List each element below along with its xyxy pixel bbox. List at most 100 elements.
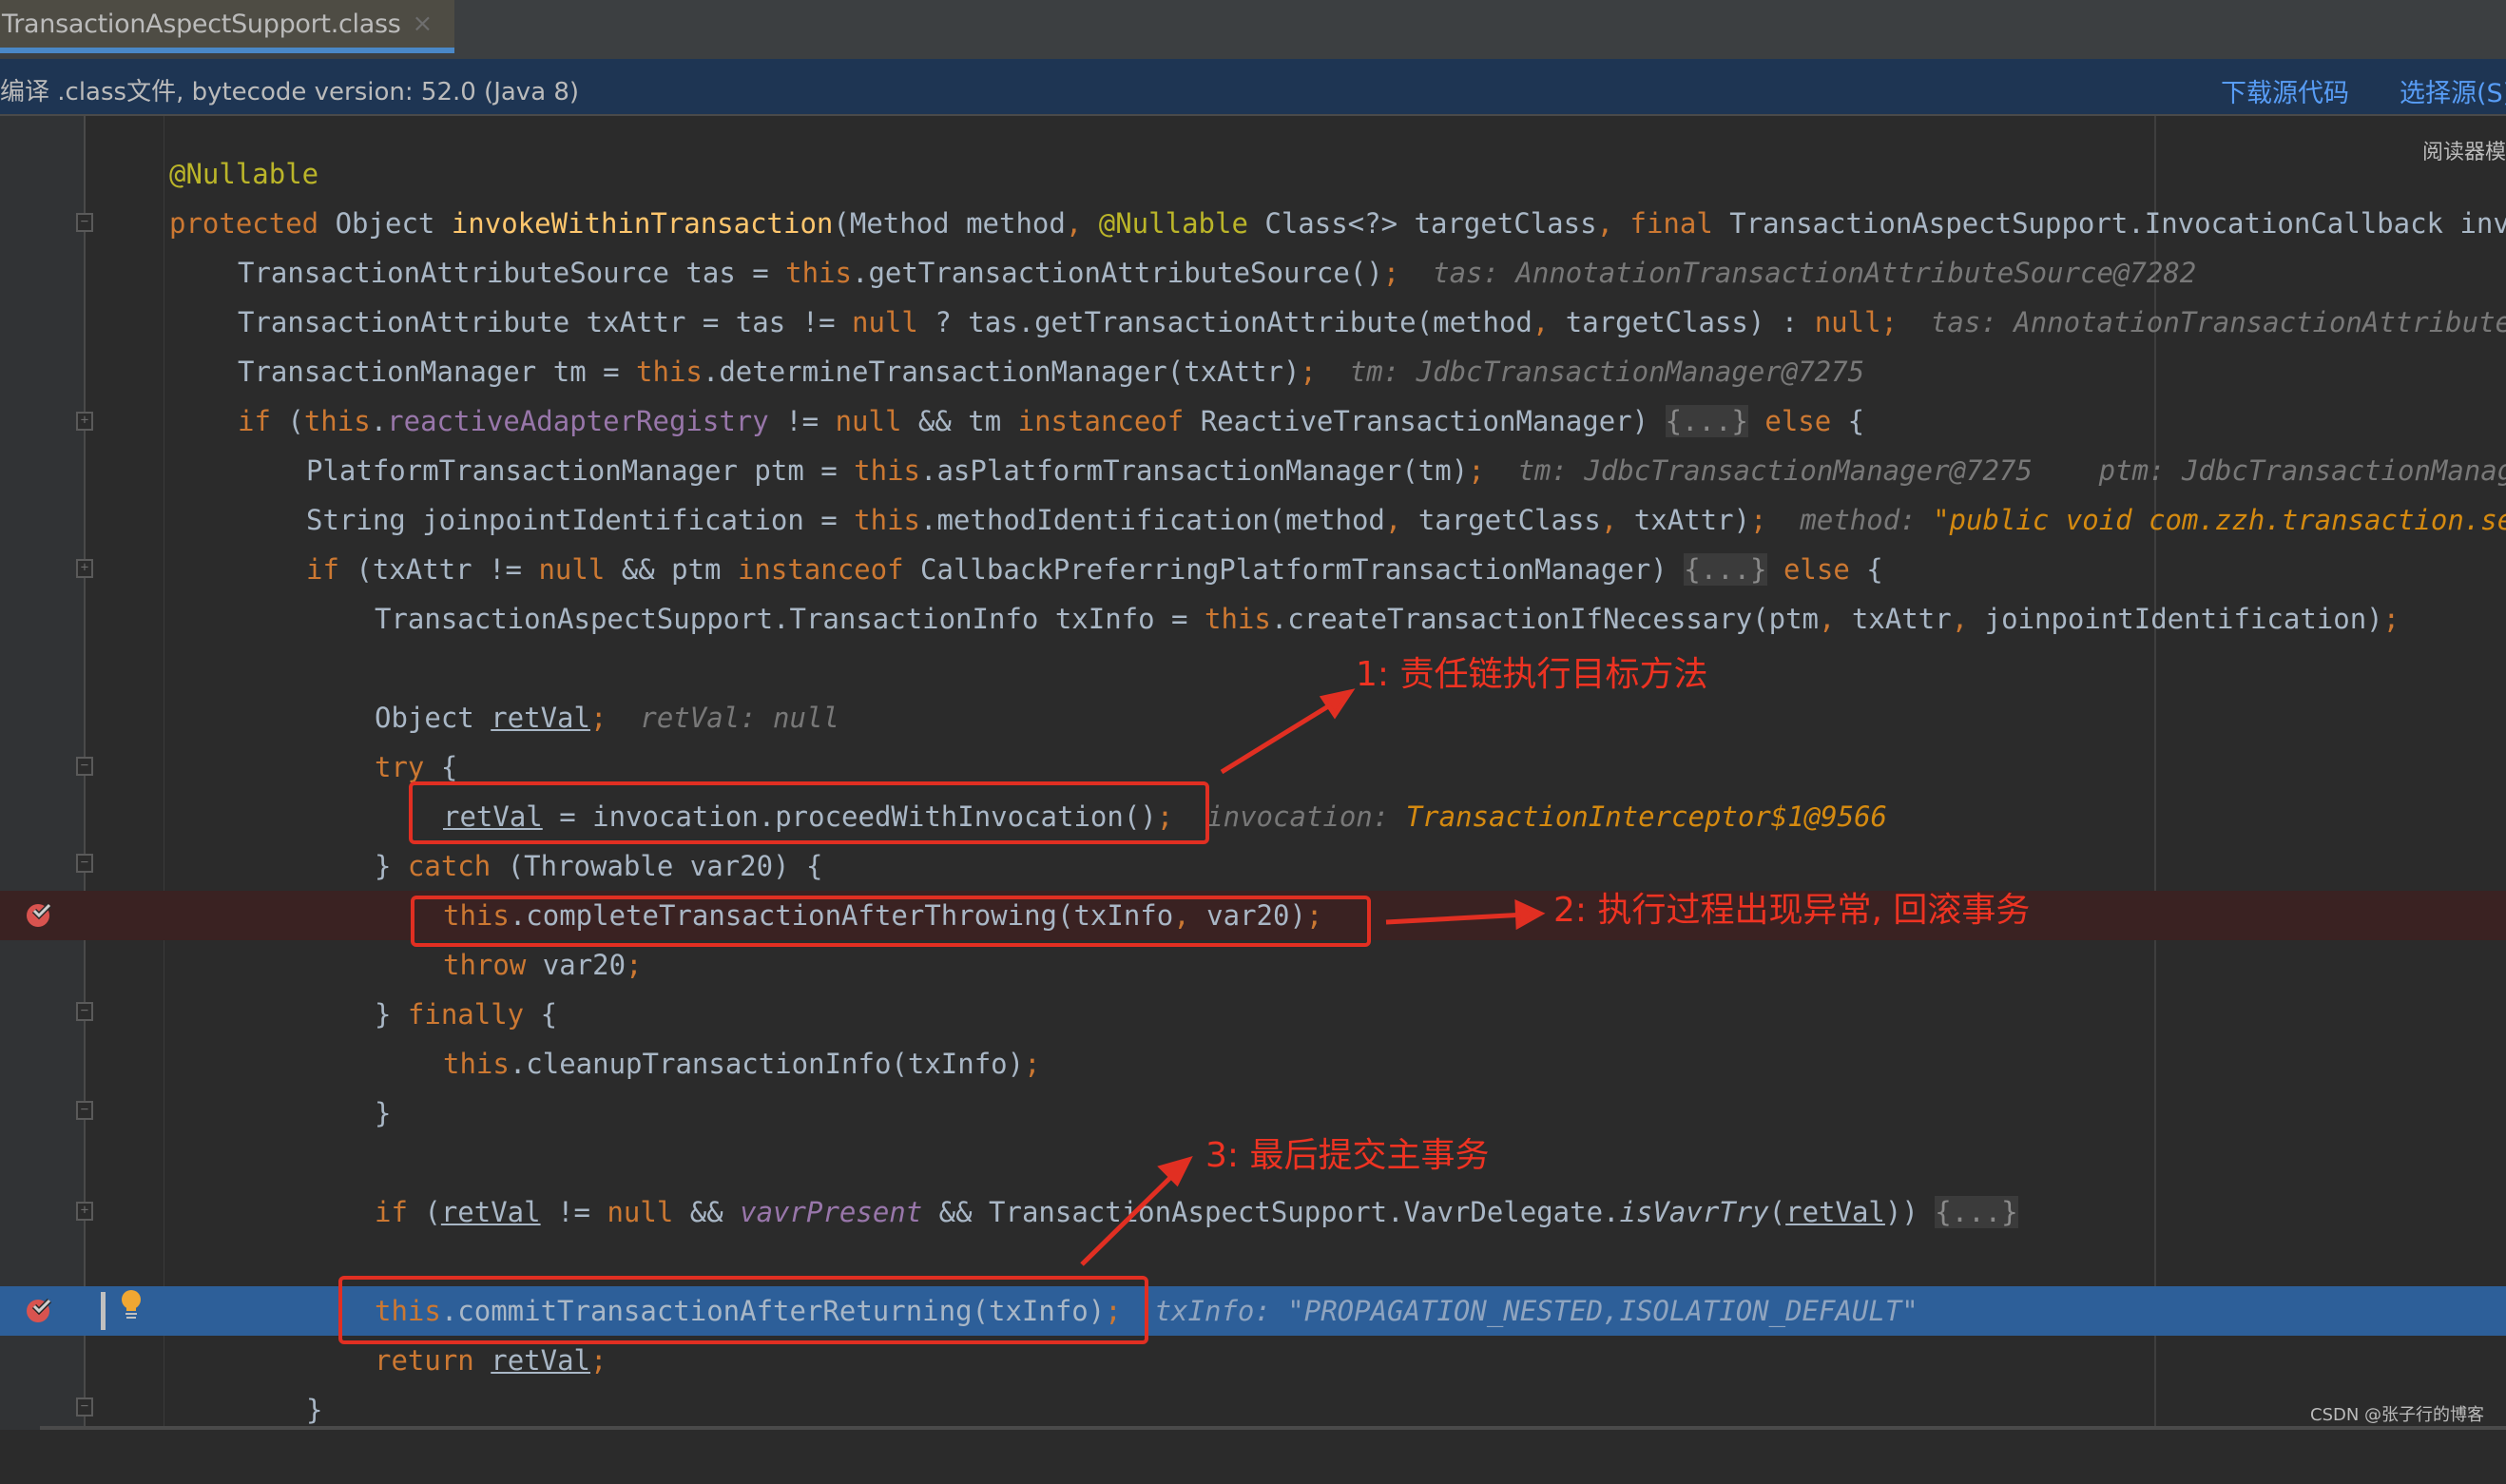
code-line[interactable]: Object retVal; retVal: null xyxy=(0,693,2506,742)
annotation-note-3: 3: 最后提交主事务 xyxy=(1205,1136,1490,1175)
inline-debug-value[interactable]: tas: AnnotationTransactionAttributeSourc… xyxy=(1433,257,2196,289)
comma: , xyxy=(1600,504,1634,536)
code-line[interactable]: TransactionManager tm = this.determineTr… xyxy=(0,347,2506,396)
keyword: this xyxy=(443,1048,510,1080)
semicolon: ; xyxy=(589,702,607,734)
code-text: ( xyxy=(1768,1196,1786,1228)
code-text: targetClass xyxy=(1417,504,1601,536)
inline-debug-value[interactable]: tm: JdbcTransactionManager@7275 xyxy=(1518,454,2033,487)
keyword: if xyxy=(375,1196,408,1228)
inline-debug-value[interactable]: ptm: JdbcTransactionManager@7275 xyxy=(2099,454,2506,487)
code-text: } xyxy=(375,850,408,882)
folded-code-block[interactable]: {...} xyxy=(1684,553,1767,586)
comma: , xyxy=(1819,603,1852,635)
code-text: } xyxy=(306,1394,323,1426)
keyword: catch xyxy=(407,850,492,882)
code-line[interactable]: @Nullable xyxy=(0,149,2506,199)
semicolon: ; xyxy=(1468,454,1485,487)
inline-debug-value[interactable]: txInfo: "PROPAGATION_NESTED,ISOLATION_DE… xyxy=(1155,1295,1918,1327)
semicolon: ; xyxy=(1750,504,1767,536)
inline-debug-value[interactable]: retVal: null xyxy=(640,702,839,734)
code-line[interactable]: if (this.reactiveAdapterRegistry != null… xyxy=(0,396,2506,446)
code-line[interactable]: TransactionAttribute txAttr = tas != nul… xyxy=(0,298,2506,347)
keyword: this xyxy=(636,356,703,388)
code-text: } xyxy=(375,1097,392,1129)
download-source-link[interactable]: 下载源代码 xyxy=(2221,72,2349,109)
code-line[interactable]: throw var20; xyxy=(0,940,2506,990)
code-line[interactable]: try { xyxy=(0,742,2506,792)
choose-source-link[interactable]: 选择源(S) xyxy=(2400,72,2506,109)
folded-code-block[interactable]: {...} xyxy=(1935,1196,2018,1228)
variable: retVal xyxy=(491,702,590,734)
variable: retVal xyxy=(1785,1196,1885,1228)
semicolon: ; xyxy=(1880,306,1899,338)
code-line[interactable]: TransactionAspectSupport.TransactionInfo… xyxy=(0,594,2506,644)
semicolon: ; xyxy=(1382,257,1400,289)
keyword: null xyxy=(835,405,902,437)
code-line[interactable]: if (txAttr != null && ptm instanceof Cal… xyxy=(0,545,2506,594)
comma: , xyxy=(1065,207,1099,240)
code-text: targetClass) : xyxy=(1565,306,1815,338)
keyword: instanceof xyxy=(1017,405,1185,437)
comma: , xyxy=(1384,504,1418,536)
intention-bulb-icon[interactable] xyxy=(118,1289,145,1323)
semicolon: ; xyxy=(1024,1048,1041,1080)
code-text: Class<?> targetClass xyxy=(1247,207,1597,240)
inline-debug-value[interactable]: "public void com.zzh.transaction.service… xyxy=(1933,504,2506,536)
keyword: protected xyxy=(169,207,319,240)
code-text: } xyxy=(375,998,408,1031)
keyword: this xyxy=(854,454,921,487)
keyword: null xyxy=(1814,306,1881,338)
static-method: isVavrTry xyxy=(1619,1196,1769,1228)
code-line[interactable]: protected Object invokeWithinTransaction… xyxy=(0,199,2506,248)
editor-tab-bar: TransactionAspectSupport.class × xyxy=(0,0,2506,61)
breakpoint-verified-icon[interactable] xyxy=(25,1295,53,1323)
code-line[interactable]: this.cleanupTransactionInfo(txInfo); xyxy=(0,1039,2506,1089)
code-text: Object xyxy=(318,207,452,240)
code-text: .cleanupTransactionInfo(txInfo) xyxy=(509,1048,1025,1080)
code-text: { xyxy=(524,998,558,1031)
code-text: .createTransactionIfNecessary(ptm xyxy=(1270,603,1819,635)
code-text: ( xyxy=(270,405,304,437)
inline-debug-value[interactable]: tas: AnnotationTransactionAttributeSourc… xyxy=(1931,306,2506,338)
keyword: try xyxy=(375,751,425,783)
tab-transaction-aspect-support[interactable]: TransactionAspectSupport.class × xyxy=(0,0,454,53)
folded-code-block[interactable]: {...} xyxy=(1665,405,1748,437)
annotation: @Nullable xyxy=(169,158,319,190)
annotation-note-2: 2: 执行过程出现异常, 回滚事务 xyxy=(1553,891,2031,930)
inline-debug-value[interactable]: TransactionInterceptor$1@9566 xyxy=(1406,800,1887,833)
watermark: CSDN @张子行的博客 xyxy=(2310,1405,2485,1425)
code-line[interactable]: } catch (Throwable var20) { xyxy=(0,841,2506,891)
keyword: this xyxy=(854,504,921,536)
code-text: )) xyxy=(1884,1196,1936,1228)
keyword: final xyxy=(1629,207,1713,240)
code-line[interactable]: PlatformTransactionManager ptm = this.as… xyxy=(0,446,2506,495)
variable: retVal xyxy=(440,1196,541,1228)
keyword: return xyxy=(375,1344,474,1377)
code-text: CallbackPreferringPlatformTransactionMan… xyxy=(903,553,1685,586)
keyword: instanceof xyxy=(737,553,904,586)
code-text: (Throwable var20) { xyxy=(491,850,823,882)
code-text: { xyxy=(424,751,458,783)
code-line[interactable]: if (retVal != null && vavrPresent && Tra… xyxy=(0,1187,2506,1237)
code-text: != xyxy=(540,1196,607,1228)
code-text: .asPlatformTransactionManager(tm) xyxy=(920,454,1469,487)
code-line[interactable]: } finally { xyxy=(0,990,2506,1039)
inline-debug-value[interactable]: tm: JdbcTransactionManager@7275 xyxy=(1350,356,1864,388)
horizontal-scrollbar[interactable] xyxy=(40,1426,2506,1430)
annotation: @Nullable xyxy=(1098,207,1248,240)
inline-debug-label[interactable]: invocation: xyxy=(1206,800,1406,833)
breakpoint-verified-icon[interactable] xyxy=(25,899,53,928)
code-line[interactable]: TransactionAttributeSource tas = this.ge… xyxy=(0,248,2506,298)
code-line[interactable]: retVal = invocation.proceedWithInvocatio… xyxy=(0,792,2506,841)
semicolon: ; xyxy=(2382,603,2400,635)
code-text: TransactionAttributeSource tas = xyxy=(238,257,786,289)
code-text: TransactionAspectSupport.TransactionInfo… xyxy=(375,603,1205,635)
code-line[interactable]: String joinpointIdentification = this.me… xyxy=(0,495,2506,545)
highlight-box-commit xyxy=(338,1276,1148,1344)
comma: , xyxy=(1532,306,1566,338)
close-icon[interactable]: × xyxy=(413,10,434,38)
inline-debug-label[interactable]: method: xyxy=(1800,504,1933,536)
code-text: TransactionAttribute txAttr = tas != xyxy=(238,306,853,338)
